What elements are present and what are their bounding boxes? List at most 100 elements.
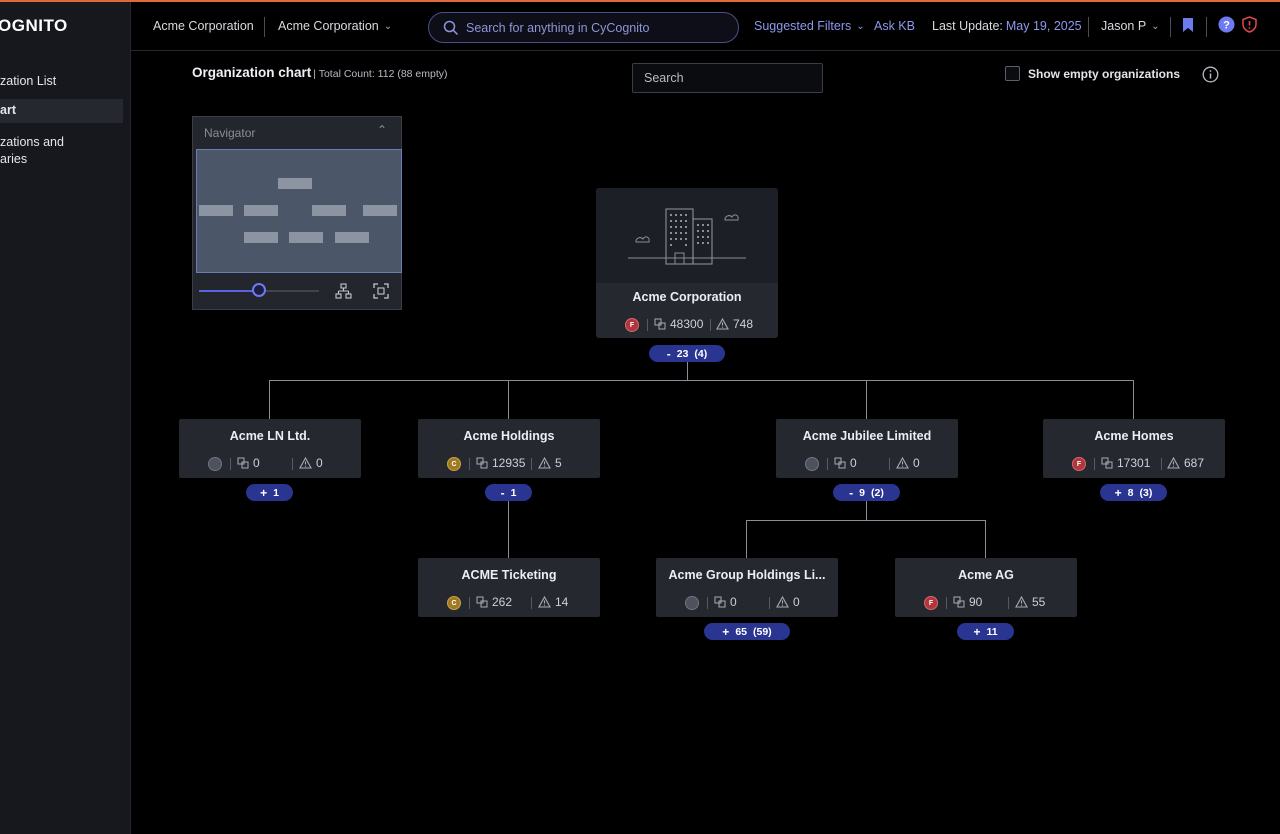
help-icon[interactable]: ? [1218, 16, 1235, 33]
last-update-label: Last Update: [932, 19, 1003, 33]
organization-selector[interactable]: Acme Corporation ⌄ [278, 19, 392, 33]
expand-sign: + [1114, 485, 1122, 500]
org-card-acme-jubilee-limited[interactable]: Acme Jubilee Limited 0 0 [776, 419, 958, 478]
navigator-minimap[interactable] [196, 149, 402, 273]
search-icon [443, 20, 459, 36]
zoom-slider-handle[interactable] [252, 283, 266, 297]
org-card-acme-corporation[interactable]: Acme Corporation F 48300 748 [596, 188, 778, 338]
expand-children-button[interactable]: +65 (59) [704, 623, 790, 640]
child-count: 65 [735, 625, 747, 638]
collapse-children-button[interactable]: -1 [485, 484, 532, 501]
assets-stat: 90 [953, 595, 982, 609]
collapse-sign: - [666, 346, 671, 361]
show-empty-checkbox[interactable] [1005, 66, 1020, 81]
org-name: Acme Group Holdings Li... [668, 568, 826, 582]
sidebar-item-organization-list[interactable]: zation List [0, 73, 123, 91]
issues-count: 748 [733, 317, 754, 331]
bookmark-icon[interactable] [1182, 17, 1194, 33]
collapse-children-button[interactable]: -23 (4) [649, 345, 725, 362]
minimap-node [289, 232, 323, 243]
assets-stat: 17301 [1101, 456, 1150, 470]
org-card-acme-ln-ltd[interactable]: Acme LN Ltd. 0 0 [179, 419, 361, 478]
suggested-filters-button[interactable]: Suggested Filters ⌄ [754, 19, 865, 33]
tree-connector [746, 520, 986, 521]
org-search-placeholder: Search [644, 71, 684, 85]
org-card-acme-group-holdings[interactable]: Acme Group Holdings Li... 0 0 [656, 558, 838, 617]
sidebar-item-organization-chart[interactable]: art [0, 99, 123, 123]
sidebar-item-organizations-and-subsidiaries-line2[interactable]: aries [0, 151, 123, 168]
assets-icon [476, 457, 488, 469]
stat-divider [1094, 458, 1095, 470]
stat-divider [707, 597, 708, 609]
stat-divider [531, 458, 532, 470]
assets-count: 262 [492, 595, 513, 609]
grade-badge: F [1072, 457, 1086, 471]
navigator-header[interactable]: Navigator ⌃ [193, 117, 401, 148]
issues-stat: 0 [776, 595, 800, 609]
issues-stat: 748 [716, 317, 753, 331]
navigator-panel: Navigator ⌃ [192, 116, 402, 310]
issues-count: 0 [316, 456, 323, 470]
org-card-acme-homes[interactable]: Acme Homes F 17301 687 [1043, 419, 1225, 478]
org-stats: F 17301 687 [1043, 456, 1225, 472]
org-card-acme-ag[interactable]: Acme AG F 90 55 [895, 558, 1077, 617]
warning-icon [299, 457, 312, 469]
assets-count: 17301 [1117, 456, 1151, 470]
chevron-down-icon: ⌄ [856, 21, 865, 32]
assets-stat: 12935 [476, 456, 525, 470]
sidebar-item-organizations-and-subsidiaries[interactable]: zations and [0, 134, 123, 151]
stat-divider [827, 458, 828, 470]
minimap-node [244, 205, 278, 216]
tree-connector [269, 380, 270, 419]
info-icon[interactable] [1202, 66, 1219, 83]
chevron-up-icon[interactable]: ⌃ [377, 123, 387, 137]
zoom-slider-fill [199, 290, 259, 292]
stat-divider [946, 597, 947, 609]
tree-connector [1133, 380, 1134, 419]
org-stats: C 12935 5 [418, 456, 600, 472]
main-content: Organization chart | Total Count: 112 (88… [131, 51, 1280, 834]
top-header: Acme Corporation Acme Corporation ⌄ Searc… [131, 2, 1280, 51]
stat-divider [531, 597, 532, 609]
assets-stat: 0 [834, 456, 857, 470]
org-card-acme-ticketing[interactable]: ACME Ticketing C 262 14 [418, 558, 600, 617]
minimap-node [312, 205, 346, 216]
hierarchy-layout-icon[interactable] [335, 283, 352, 299]
shield-alert-icon[interactable] [1242, 16, 1257, 33]
assets-count: 12935 [492, 456, 526, 470]
expand-children-button[interactable]: +1 [246, 484, 293, 501]
fit-screen-icon[interactable] [373, 283, 389, 299]
navigator-title: Navigator [204, 126, 256, 140]
assets-count: 0 [253, 456, 260, 470]
org-name: ACME Ticketing [461, 568, 557, 582]
last-update-date: May 19, 2025 [1005, 19, 1082, 33]
ask-kb-button[interactable]: Ask KB [874, 19, 915, 33]
minimap-node [278, 178, 312, 189]
minimap-node [244, 232, 278, 243]
empty-count: (4) [694, 347, 708, 360]
suggested-filters-label: Suggested Filters [754, 19, 852, 33]
stat-divider [647, 319, 648, 331]
warning-icon [776, 596, 789, 608]
org-stats: 0 0 [776, 456, 958, 472]
warning-icon [1015, 596, 1028, 608]
grade-badge-empty [685, 596, 699, 610]
grade-badge-empty [208, 457, 222, 471]
issues-stat: 0 [896, 456, 920, 470]
stat-divider [710, 319, 711, 331]
warning-icon [538, 457, 551, 469]
user-menu[interactable]: Jason P ⌄ [1101, 19, 1160, 33]
expand-children-button[interactable]: +8 (3) [1100, 484, 1167, 501]
grade-badge: C [447, 596, 461, 610]
org-search-input[interactable]: Search [632, 63, 823, 93]
issues-stat: 55 [1015, 595, 1045, 609]
org-card-acme-holdings[interactable]: Acme Holdings C 12935 5 [418, 419, 600, 478]
collapse-children-button[interactable]: -9 (2) [833, 484, 900, 501]
stat-divider [469, 597, 470, 609]
global-search-input[interactable]: Search for anything in CyCognito [428, 12, 739, 43]
org-name: Acme Holdings [463, 429, 555, 443]
child-count: 8 [1127, 486, 1134, 499]
assets-count: 48300 [670, 317, 704, 331]
total-count: | Total Count: 112 (88 empty) [313, 68, 448, 80]
expand-children-button[interactable]: +11 [957, 623, 1014, 640]
